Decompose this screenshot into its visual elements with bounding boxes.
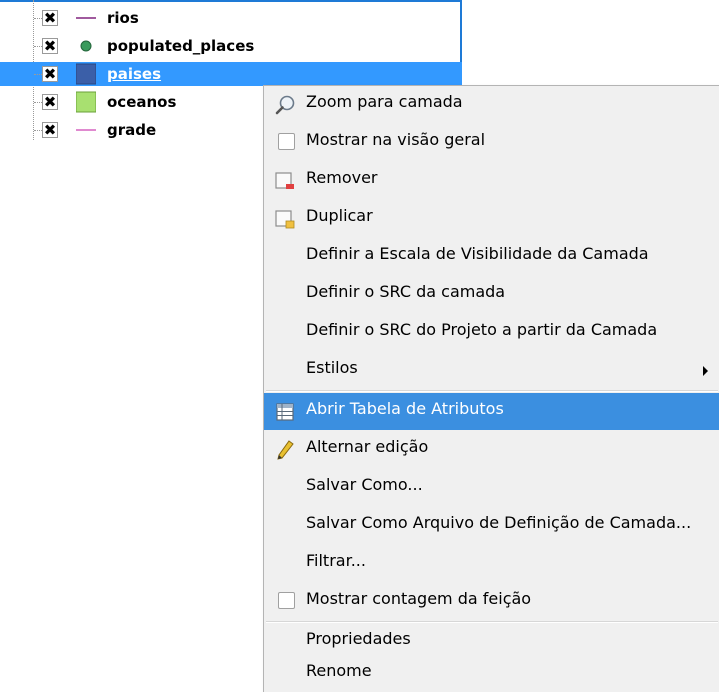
submenu-arrow-icon	[703, 366, 708, 376]
point-symbol-icon	[80, 40, 92, 52]
menu-item-rename[interactable]: Renome	[264, 655, 719, 692]
menu-item-set-project-crs-from-layer[interactable]: Definir o SRC do Projeto a partir da Cam…	[264, 314, 719, 351]
menu-separator	[266, 390, 718, 392]
layer-visibility-checkbox[interactable]: ✖	[42, 38, 58, 54]
zoom-icon	[275, 95, 295, 115]
pencil-icon	[277, 440, 294, 460]
layer-name: paises	[107, 65, 162, 83]
layer-visibility-checkbox[interactable]: ✖	[42, 66, 58, 82]
layer-name: populated_places	[107, 37, 255, 55]
menu-item-save-as[interactable]: Salvar Como...	[264, 469, 719, 506]
menu-item-set-scale-visibility[interactable]: Definir a Escala de Visibilidade da Cama…	[264, 238, 719, 275]
layer-visibility-checkbox[interactable]: ✖	[42, 122, 58, 138]
menu-item-styles[interactable]: Estilos	[264, 352, 719, 389]
menu-item-set-layer-crs[interactable]: Definir o SRC da camada	[264, 276, 719, 313]
menu-item-open-attribute-table[interactable]: Abrir Tabela de Atributos	[264, 393, 719, 430]
checkbox-icon[interactable]	[278, 592, 295, 609]
layer-visibility-checkbox[interactable]: ✖	[42, 10, 58, 26]
menu-item-save-as-layer-definition[interactable]: Salvar Como Arquivo de Definição de Cama…	[264, 507, 719, 544]
checkbox-icon[interactable]	[278, 133, 295, 150]
menu-item-toggle-editing[interactable]: Alternar edição	[264, 431, 719, 468]
menu-item-show-in-overview[interactable]: Mostrar na visão geral	[264, 124, 719, 161]
layer-name: oceanos	[107, 93, 177, 111]
layer-visibility-checkbox[interactable]: ✖	[42, 94, 58, 110]
menu-item-remove[interactable]: Remover	[264, 162, 719, 199]
layer-row-populated-places[interactable]: ✖ populated_places	[0, 34, 462, 58]
polygon-symbol-icon	[76, 91, 96, 113]
menu-item-show-feature-count[interactable]: Mostrar contagem da feição	[264, 583, 719, 620]
polygon-symbol-icon	[76, 63, 96, 85]
layer-context-menu: Zoom para camada Mostrar na visão geral …	[263, 85, 719, 692]
table-icon	[276, 403, 294, 421]
menu-item-filter[interactable]: Filtrar...	[264, 545, 719, 582]
layer-row-paises[interactable]: ✖ paises	[0, 62, 462, 86]
menu-item-zoom-to-layer[interactable]: Zoom para camada	[264, 86, 719, 123]
menu-item-duplicate[interactable]: Duplicar	[264, 200, 719, 237]
duplicate-layer-icon	[275, 210, 295, 229]
remove-layer-icon	[275, 172, 294, 189]
layer-name: grade	[107, 121, 157, 139]
layer-row-rios[interactable]: ✖ rios	[0, 6, 462, 30]
layer-name: rios	[107, 9, 139, 27]
line-symbol-icon	[76, 17, 96, 19]
line-symbol-icon	[76, 129, 96, 131]
